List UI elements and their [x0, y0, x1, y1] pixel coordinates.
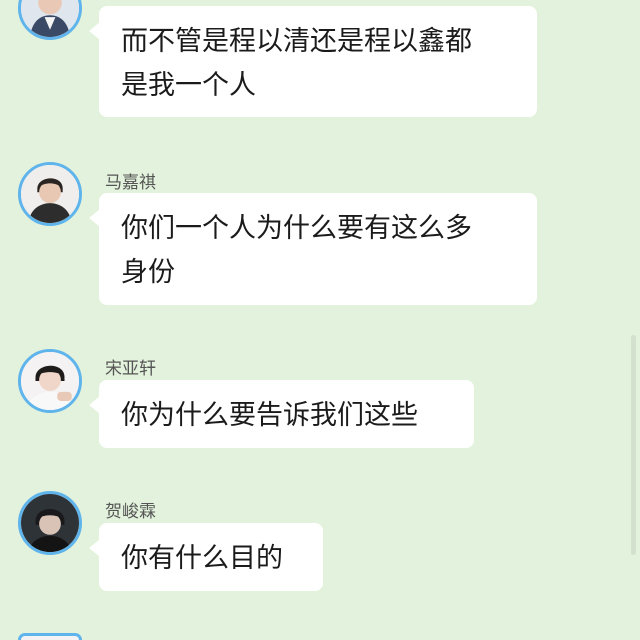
message-bubble: 你有什么目的 — [89, 523, 323, 591]
sender-name: 贺峻霖 — [105, 502, 156, 522]
avatar[interactable] — [18, 0, 82, 40]
sender-name: 马嘉祺 — [105, 173, 156, 193]
avatar[interactable] — [18, 162, 82, 226]
message-text: 你们一个人为什么要有这么多 — [121, 213, 472, 244]
user-avatar-icon — [21, 352, 79, 410]
avatar[interactable] — [18, 349, 82, 413]
scrollbar[interactable] — [631, 335, 636, 555]
user-avatar-icon — [21, 494, 79, 552]
message-text: 而不管是程以清还是程以鑫都 — [121, 26, 472, 57]
message-text: 身份 — [121, 257, 175, 288]
avatar[interactable] — [18, 491, 82, 555]
message-bubble: 而不管是程以清还是程以鑫都 是我一个人 — [89, 6, 537, 117]
message-bubble: 你们一个人为什么要有这么多 身份 — [89, 193, 537, 305]
message-text: 你为什么要告诉我们这些 — [121, 400, 418, 431]
message-text: 你有什么目的 — [121, 543, 283, 574]
avatar[interactable] — [18, 633, 82, 640]
sender-name: 宋亚轩 — [105, 359, 156, 379]
message-text: 是我一个人 — [121, 70, 256, 101]
message-bubble: 你为什么要告诉我们这些 — [89, 380, 474, 448]
chat-message-list[interactable]: 而不管是程以清还是程以鑫都 是我一个人 马嘉祺 你们一个人为什么要有这么多 身份 — [0, 0, 640, 640]
user-avatar-icon — [21, 165, 79, 223]
user-avatar-icon — [21, 0, 79, 37]
